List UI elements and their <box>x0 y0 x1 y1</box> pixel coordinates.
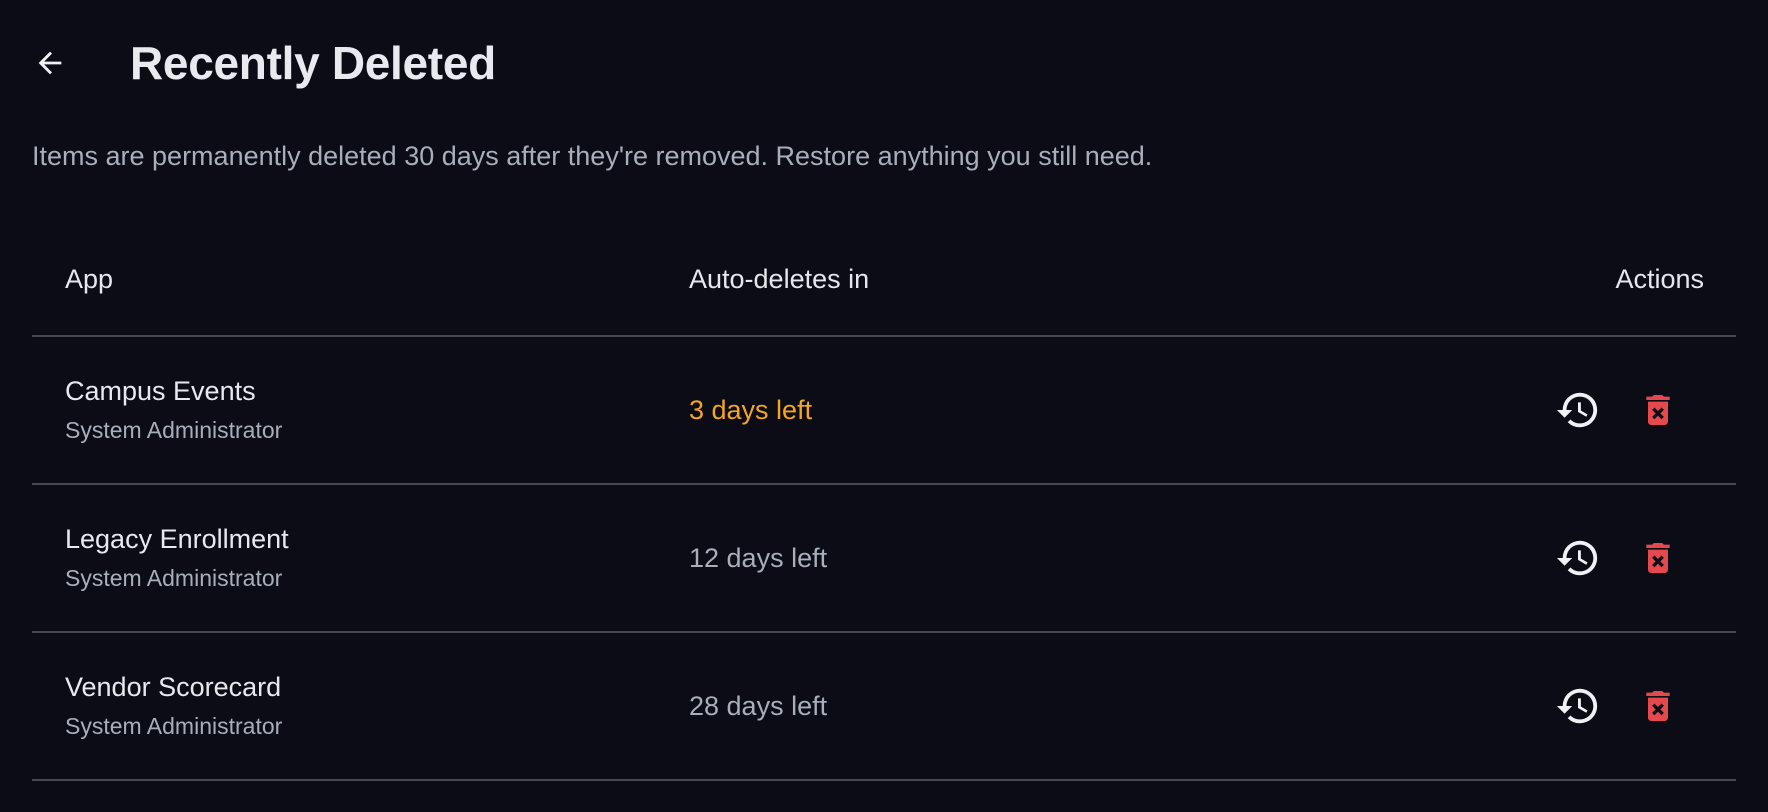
auto-delete-cell: 12 days left <box>689 543 1436 574</box>
row-actions <box>1436 535 1736 581</box>
restore-button[interactable] <box>1555 683 1601 729</box>
app-owner: System Administrator <box>65 417 283 443</box>
restore-button[interactable] <box>1555 535 1601 581</box>
table-header: App Auto-deletes in Actions <box>32 224 1736 337</box>
restore-history-icon <box>1556 688 1598 724</box>
restore-history-icon <box>1556 540 1598 576</box>
delete-forever-icon <box>1646 543 1670 573</box>
app-name: Vendor Scorecard <box>65 672 282 702</box>
days-left: 3 days left <box>689 394 813 425</box>
restore-button[interactable] <box>1555 387 1601 433</box>
table-row: Vendor Scorecard System Administrator 28… <box>32 633 1736 781</box>
delete-forever-icon <box>1646 395 1670 425</box>
app-cell: Legacy Enrollment System Administrator <box>32 522 689 594</box>
row-actions <box>1436 683 1736 729</box>
arrow-left-icon <box>38 51 62 75</box>
delete-forever-button[interactable] <box>1635 535 1681 581</box>
app-owner: System Administrator <box>65 565 283 591</box>
delete-forever-button[interactable] <box>1635 683 1681 729</box>
restore-history-icon <box>1556 392 1598 428</box>
auto-delete-cell: 3 days left <box>689 395 1436 426</box>
app-cell: Campus Events System Administrator <box>32 374 689 446</box>
auto-delete-cell: 28 days left <box>689 691 1436 722</box>
delete-forever-button[interactable] <box>1635 387 1681 433</box>
days-left: 12 days left <box>689 542 828 573</box>
page-header: Recently Deleted <box>32 0 1736 126</box>
column-header-actions: Actions <box>1615 264 1704 294</box>
delete-forever-icon <box>1646 691 1670 721</box>
app-name: Legacy Enrollment <box>65 524 289 554</box>
app-cell: Vendor Scorecard System Administrator <box>32 670 689 742</box>
page-description: Items are permanently deleted 30 days af… <box>32 141 1153 171</box>
column-header-auto-deletes: Auto-deletes in <box>689 264 870 294</box>
app-name: Campus Events <box>65 376 256 406</box>
page-title: Recently Deleted <box>130 37 496 89</box>
row-actions <box>1436 387 1736 433</box>
column-header-app: App <box>65 264 114 294</box>
recently-deleted-page: Recently Deleted Items are permanently d… <box>0 0 1768 812</box>
app-owner: System Administrator <box>65 713 283 739</box>
table-row: Legacy Enrollment System Administrator 1… <box>32 485 1736 633</box>
days-left: 28 days left <box>689 690 828 721</box>
table-row: Campus Events System Administrator 3 day… <box>32 337 1736 485</box>
back-button[interactable] <box>30 43 70 83</box>
deleted-apps-table: App Auto-deletes in Actions Campus Event… <box>32 224 1736 781</box>
